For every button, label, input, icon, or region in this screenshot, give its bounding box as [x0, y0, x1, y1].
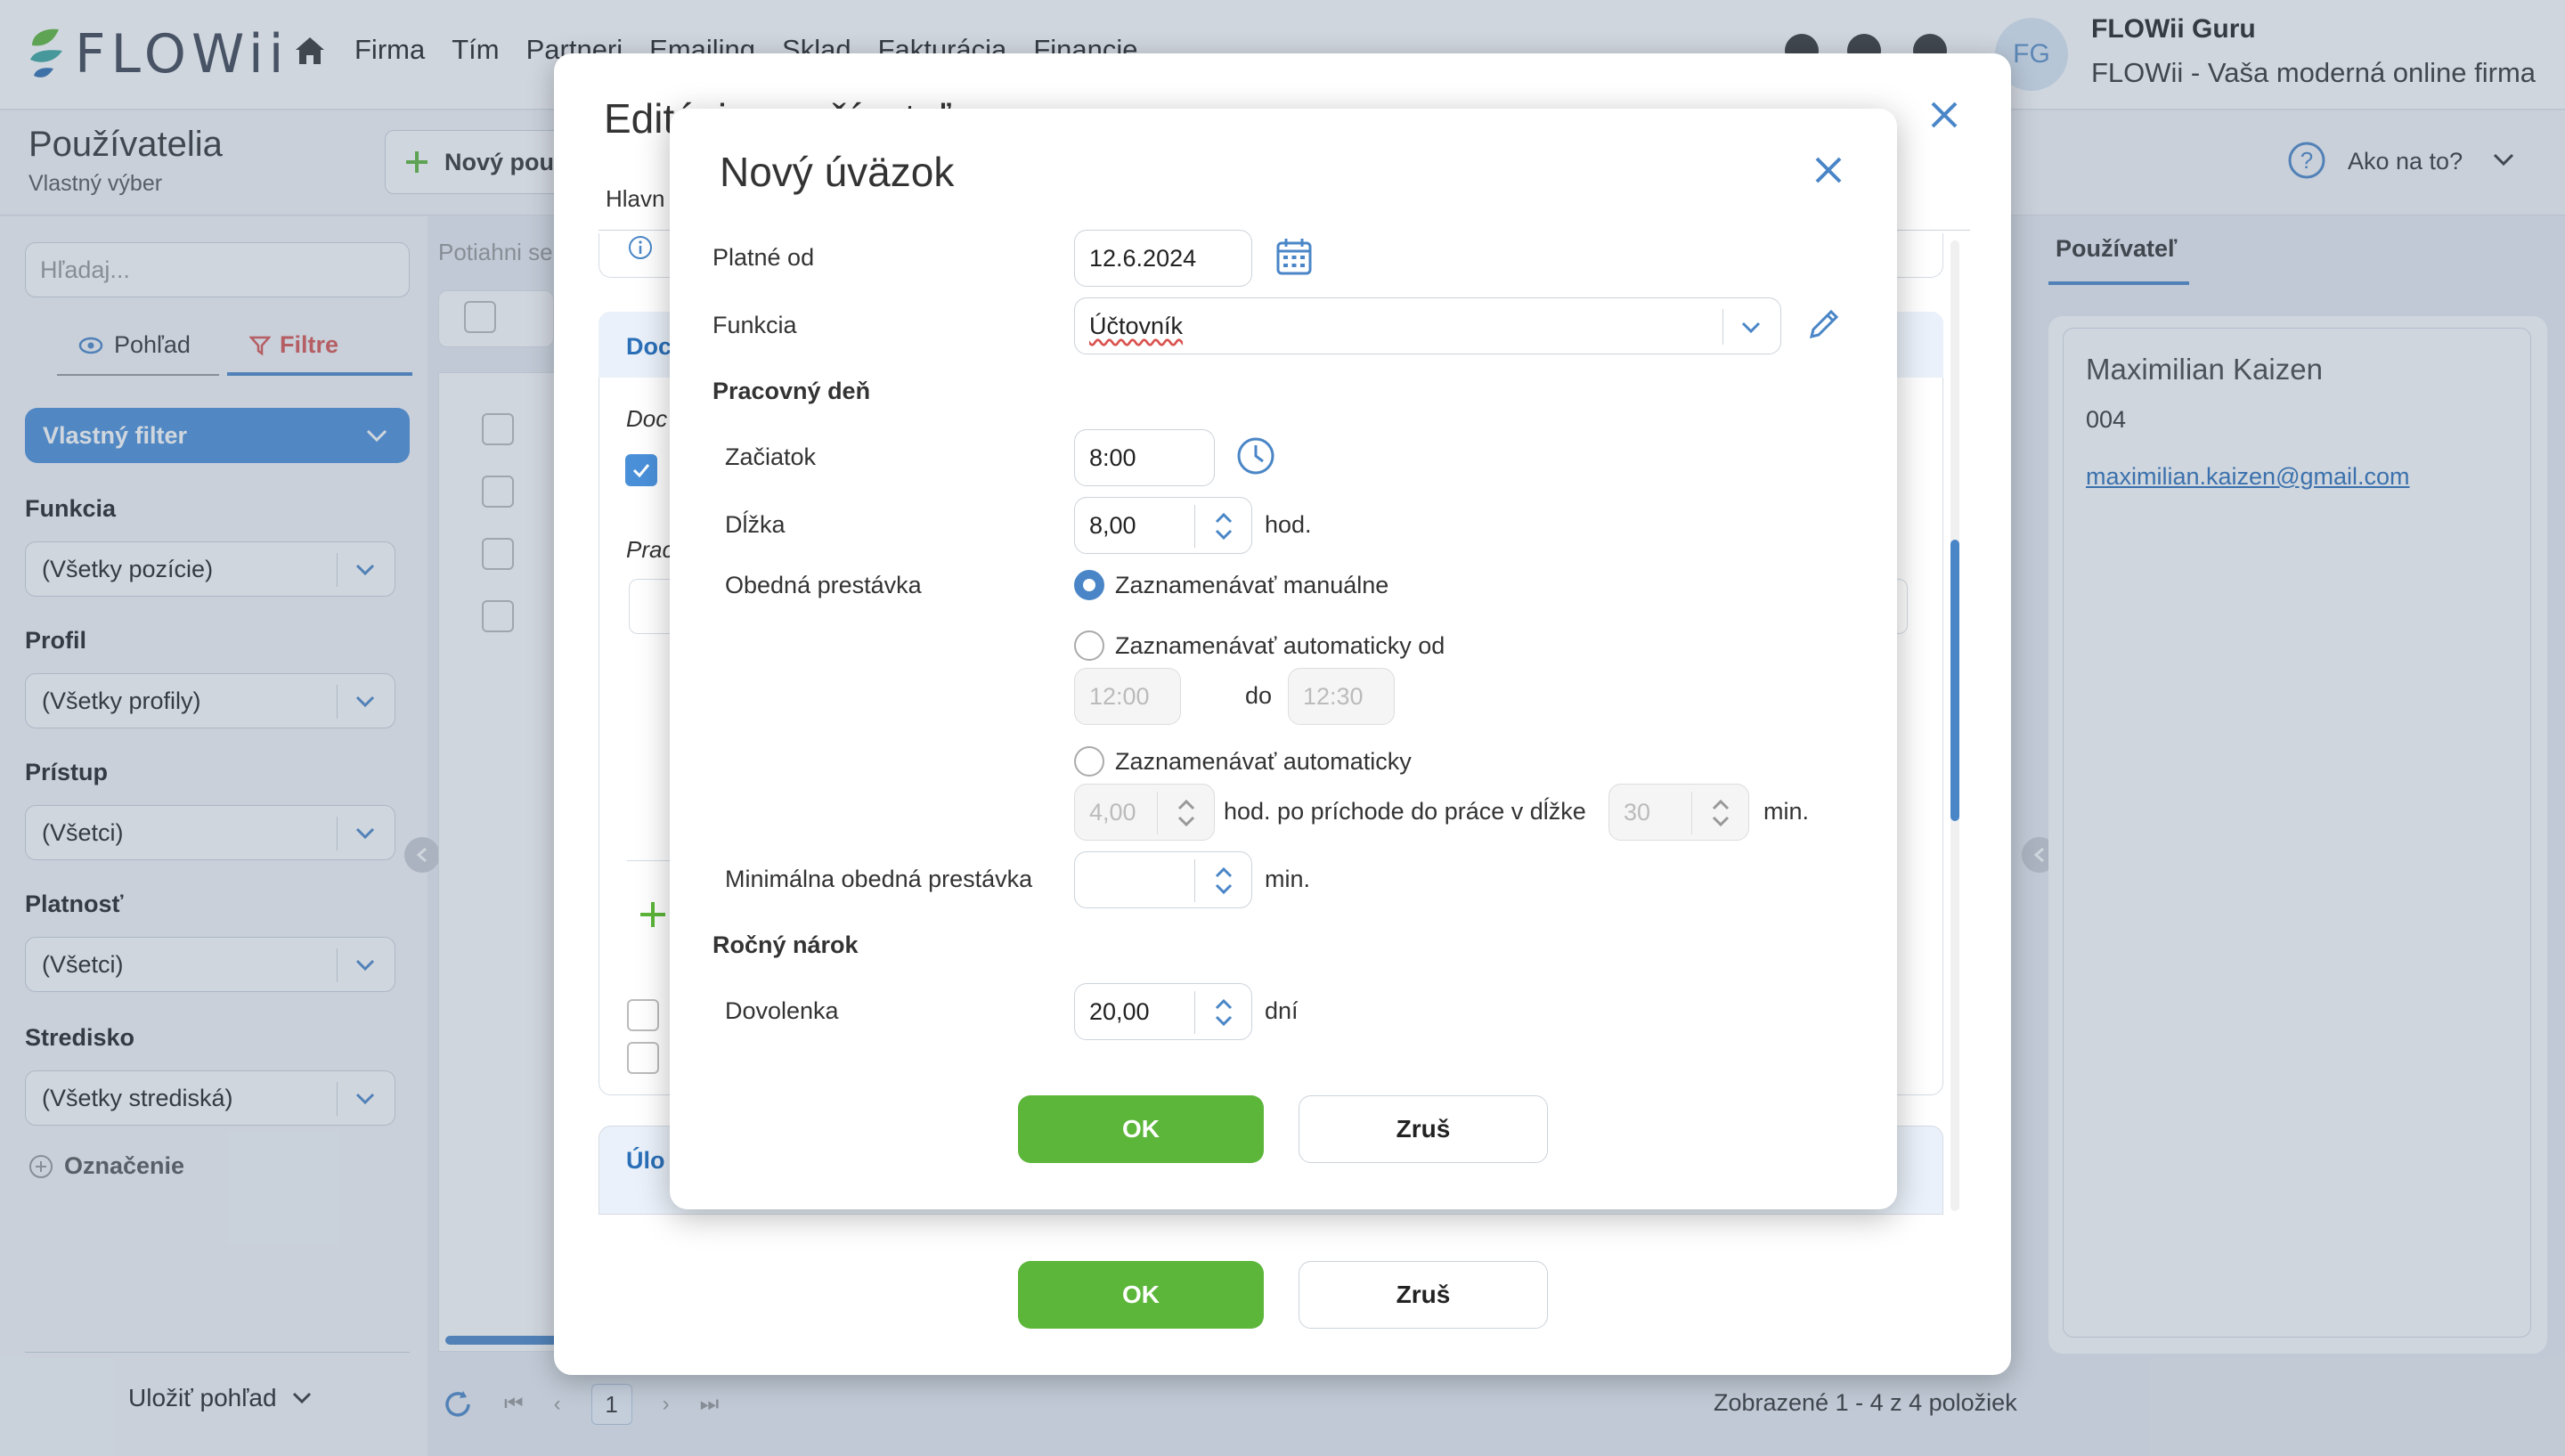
check-icon: [632, 464, 650, 478]
lunch-radio-auto-from[interactable]: [1074, 630, 1104, 661]
vacation-value: 20,00: [1089, 997, 1150, 1025]
lunch-option-auto[interactable]: Zaznamenávať automaticky: [1115, 748, 1412, 776]
edit-user-ok-button[interactable]: OK: [1018, 1261, 1264, 1329]
auto-minutes-unit: min.: [1763, 798, 1810, 825]
edit-user-cancel-button[interactable]: Zruš: [1299, 1261, 1548, 1329]
close-icon[interactable]: [1813, 155, 1844, 185]
lunch-radio-auto[interactable]: [1074, 746, 1104, 777]
spinner[interactable]: [1194, 859, 1251, 902]
function-label: Funkcia: [712, 312, 797, 338]
auto-hours-value: 4,00: [1089, 798, 1136, 826]
valid-from-input[interactable]: 12.6.2024: [1074, 230, 1252, 287]
spinner[interactable]: [1194, 991, 1251, 1034]
chevron-down-icon[interactable]: [1214, 1014, 1234, 1027]
vacation-stepper[interactable]: 20,00: [1074, 983, 1252, 1040]
vacation-label: Dovolenka: [725, 997, 839, 1024]
calendar-icon[interactable]: [1275, 237, 1313, 276]
close-icon[interactable]: [1929, 100, 1959, 130]
auto-minutes-value: 30: [1624, 798, 1651, 826]
valid-from-label: Platné od: [712, 244, 815, 271]
clock-icon[interactable]: [1236, 436, 1275, 476]
new-contract-cancel-button[interactable]: Zruš: [1299, 1095, 1548, 1163]
chevron-up-icon[interactable]: [1177, 799, 1196, 811]
auto-from-input[interactable]: 12:00: [1074, 668, 1181, 725]
length-unit: hod.: [1265, 511, 1312, 538]
auto-to-label: do: [1245, 682, 1273, 709]
chevron-up-icon[interactable]: [1214, 512, 1234, 525]
length-stepper[interactable]: 8,00: [1074, 497, 1252, 554]
length-value: 8,00: [1089, 511, 1136, 539]
new-contract-ok-button[interactable]: OK: [1018, 1095, 1264, 1163]
annual-section-title: Ročný nárok: [712, 931, 859, 958]
chevron-down-icon[interactable]: [1711, 815, 1730, 827]
pencil-icon[interactable]: [1806, 306, 1842, 342]
function-value: Účtovník: [1089, 312, 1184, 339]
workday-section-title: Pracovný deň: [712, 378, 871, 404]
min-lunch-label: Minimálna obedná prestávka: [725, 866, 1033, 892]
chevron-up-icon[interactable]: [1214, 866, 1234, 879]
lunch-option-manual[interactable]: Zaznamenávať manuálne: [1115, 572, 1388, 599]
start-label: Začiatok: [725, 443, 817, 470]
chevron-up-icon[interactable]: [1214, 998, 1234, 1011]
vacation-unit: dní: [1265, 997, 1299, 1024]
lunch-radio-manual[interactable]: [1074, 570, 1104, 600]
start-time-input[interactable]: 8:00: [1074, 429, 1215, 486]
min-lunch-stepper[interactable]: [1074, 851, 1252, 908]
tab-main[interactable]: Hlavn: [606, 185, 664, 213]
spinner[interactable]: [1194, 505, 1251, 548]
length-label: Dĺžka: [725, 511, 786, 538]
documents-label: Doc: [626, 405, 668, 432]
lunch-option-auto-from[interactable]: Zaznamenávať automaticky od: [1115, 632, 1445, 660]
auto-hours-stepper[interactable]: 4,00: [1074, 784, 1215, 841]
auto-minutes-stepper[interactable]: 30: [1608, 784, 1749, 841]
documents-checkbox[interactable]: [625, 454, 657, 486]
info-icon: [629, 236, 652, 259]
tasks-section-title: Úlo: [626, 1147, 665, 1174]
chevron-down-icon: [1741, 321, 1761, 334]
chevron-down-icon[interactable]: [1214, 528, 1234, 541]
spinner[interactable]: [1691, 792, 1748, 834]
documents-section-title: Doc: [626, 333, 672, 360]
auto-hours-text: hod. po príchode do práce v dĺžke: [1224, 798, 1586, 825]
option-checkbox[interactable]: [627, 1042, 659, 1074]
add-contract-icon[interactable]: [638, 899, 668, 930]
chevron-down-icon[interactable]: [1177, 815, 1196, 827]
chevron-down-icon[interactable]: [1214, 883, 1234, 895]
lunch-label: Obedná prestávka: [725, 572, 922, 598]
option-checkbox[interactable]: [627, 999, 659, 1031]
contracts-label: Prac: [626, 536, 674, 563]
spinner[interactable]: [1157, 792, 1214, 834]
modal-scrollbar-thumb[interactable]: [1950, 540, 1959, 821]
new-contract-modal-title: Nový úväzok: [720, 149, 955, 195]
function-select[interactable]: Účtovník: [1074, 297, 1781, 354]
chevron-up-icon[interactable]: [1711, 799, 1730, 811]
auto-to-input[interactable]: 12:30: [1288, 668, 1395, 725]
min-lunch-unit: min.: [1265, 866, 1311, 892]
